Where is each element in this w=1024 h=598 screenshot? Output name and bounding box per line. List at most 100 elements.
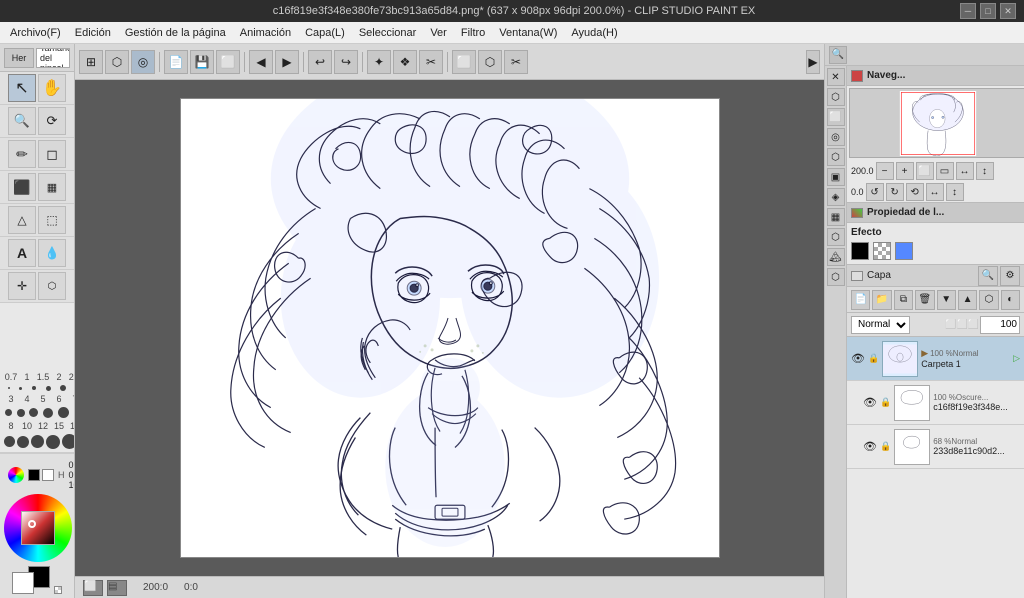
navigator-preview[interactable] bbox=[849, 88, 1024, 158]
tool-fill[interactable]: ⬛ bbox=[8, 173, 36, 201]
maximize-button[interactable]: □ bbox=[980, 3, 996, 19]
strip-icon-6[interactable]: ▣ bbox=[827, 168, 845, 186]
tool-move[interactable]: ✛ bbox=[8, 272, 36, 300]
strip-icon-1[interactable]: ✕ bbox=[827, 68, 845, 86]
strip-icon-10[interactable]: 🏔 bbox=[827, 248, 845, 266]
menu-ventana[interactable]: Ventana(W) bbox=[493, 25, 563, 41]
menu-ayuda[interactable]: Ayuda(H) bbox=[565, 25, 623, 41]
layer-delete-btn[interactable]: 🗑 bbox=[915, 290, 934, 310]
canvas-tool-redo[interactable]: ↪ bbox=[334, 50, 358, 74]
tool-gradient[interactable]: ▦ bbox=[38, 173, 66, 201]
layer-item-layer1[interactable]: 👁 🔒 100 %Os bbox=[847, 381, 1024, 425]
canvas[interactable] bbox=[180, 98, 720, 558]
nav-extra2[interactable]: ↕ bbox=[946, 183, 964, 201]
layer-down-btn[interactable]: ▼ bbox=[937, 290, 956, 310]
layer-copy-btn[interactable]: ⧉ bbox=[894, 290, 913, 310]
strip-icon-4[interactable]: ◎ bbox=[827, 128, 845, 146]
layers-search-btn[interactable]: 🔍 bbox=[978, 266, 998, 286]
strip-icon-8[interactable]: ▦ bbox=[827, 208, 845, 226]
canvas-tool-extra3[interactable]: ✂ bbox=[504, 50, 528, 74]
canvas-tool-extra[interactable]: ⬜ bbox=[452, 50, 476, 74]
blend-mode-select[interactable]: Normal bbox=[851, 316, 910, 334]
menu-seleccionar[interactable]: Seleccionar bbox=[353, 25, 422, 41]
menu-edicion[interactable]: Edición bbox=[69, 25, 117, 41]
close-button[interactable]: ✕ bbox=[1000, 3, 1016, 19]
foreground-color[interactable] bbox=[28, 469, 40, 481]
nav-flip-h[interactable]: ↔ bbox=[956, 162, 974, 180]
canvas-tool-symmetry[interactable]: ❖ bbox=[393, 50, 417, 74]
canvas-tool-snap[interactable]: ✦ bbox=[367, 50, 391, 74]
layer-eye-1[interactable]: 👁 bbox=[851, 352, 865, 365]
layer-mask-btn[interactable]: ◐ bbox=[1001, 290, 1020, 310]
layers-settings-btn[interactable]: ⚙ bbox=[1000, 266, 1020, 286]
canvas-tool-rect[interactable]: ⬜ bbox=[216, 50, 240, 74]
color-wheel-container[interactable] bbox=[4, 494, 72, 562]
canvas-tool-transform[interactable]: ⬡ bbox=[105, 50, 129, 74]
tool-pointer[interactable]: ↖ bbox=[8, 74, 36, 102]
canvas-tool-end[interactable]: ▶ bbox=[806, 50, 820, 74]
background-swatch[interactable] bbox=[12, 572, 34, 594]
nav-zoom-out[interactable]: − bbox=[876, 162, 894, 180]
minimize-button[interactable]: ─ bbox=[960, 3, 976, 19]
layer-item-layer2[interactable]: 👁 🔒 68 %Nor bbox=[847, 425, 1024, 469]
canvas-status-icon1[interactable]: ⬜ bbox=[83, 580, 103, 596]
menu-archivo[interactable]: Archivo(F) bbox=[4, 25, 67, 41]
canvas-tool-new[interactable]: 📄 bbox=[164, 50, 188, 74]
strip-icon-7[interactable]: ◈ bbox=[827, 188, 845, 206]
canvas-tool-ruler[interactable]: ✂ bbox=[419, 50, 443, 74]
menu-animacion[interactable]: Animación bbox=[234, 25, 297, 41]
nav-rot-ccw[interactable]: ↺ bbox=[866, 183, 884, 201]
strip-icon-3[interactable]: ⬜ bbox=[827, 108, 845, 126]
layer-new-btn[interactable]: 📄 bbox=[851, 290, 870, 310]
transparent-swatch[interactable] bbox=[54, 586, 62, 594]
strip-icon-2[interactable]: ⬡ bbox=[827, 88, 845, 106]
strip-icon-5[interactable]: ⬡ bbox=[827, 148, 845, 166]
strip-icon-11[interactable]: ⬡ bbox=[827, 268, 845, 286]
canvas-status-icon2[interactable]: ▤ bbox=[107, 580, 127, 596]
canvas-tool-save[interactable]: 💾 bbox=[190, 50, 214, 74]
menu-capa[interactable]: Capa(L) bbox=[299, 25, 351, 41]
nav-zoom-in[interactable]: + bbox=[896, 162, 914, 180]
effect-swatch-checker[interactable] bbox=[873, 242, 891, 260]
opacity-input[interactable] bbox=[980, 316, 1020, 334]
tool-text[interactable]: A bbox=[8, 239, 36, 267]
nav-fit-h[interactable]: ▭ bbox=[936, 162, 954, 180]
layer-up-btn[interactable]: ▲ bbox=[958, 290, 977, 310]
tool-eyedrop[interactable]: 💧 bbox=[38, 239, 66, 267]
layer-eye-3[interactable]: 👁 bbox=[863, 440, 877, 453]
tool-brush[interactable]: ✏ bbox=[8, 140, 36, 168]
canvas-tool-undo[interactable]: ↩ bbox=[308, 50, 332, 74]
effect-swatch-blue[interactable] bbox=[895, 242, 913, 260]
layer-item-folder1[interactable]: 👁 🔒 bbox=[847, 337, 1024, 381]
canvas-area[interactable] bbox=[75, 80, 824, 576]
canvas-tool-prev[interactable]: ◀ bbox=[249, 50, 273, 74]
layer-extra-btn[interactable]: ⬡ bbox=[979, 290, 998, 310]
layer-eye-2[interactable]: 👁 bbox=[863, 396, 877, 409]
tool-transform[interactable]: ⬡ bbox=[38, 272, 66, 300]
color-wheel-mini[interactable] bbox=[8, 467, 24, 483]
layer-folder-btn[interactable]: 📁 bbox=[872, 290, 891, 310]
tool-rotate[interactable]: ⟳ bbox=[38, 107, 66, 135]
tool-select[interactable]: ⬚ bbox=[38, 206, 66, 234]
canvas-tool-next[interactable]: ▶ bbox=[275, 50, 299, 74]
nav-extra1[interactable]: ↔ bbox=[926, 183, 944, 201]
tool-figure[interactable]: △ bbox=[8, 206, 36, 234]
background-color[interactable] bbox=[42, 469, 54, 481]
canvas-tool-extra2[interactable]: ⬡ bbox=[478, 50, 502, 74]
nav-search-btn[interactable]: 🔍 bbox=[829, 46, 847, 64]
effect-swatch-black[interactable] bbox=[851, 242, 869, 260]
canvas-tool-grid[interactable]: ⊞ bbox=[79, 50, 103, 74]
tool-hand[interactable]: ✋ bbox=[38, 74, 66, 102]
menu-filtro[interactable]: Filtro bbox=[455, 25, 491, 41]
nav-flip-v[interactable]: ↕ bbox=[976, 162, 994, 180]
menu-ver[interactable]: Ver bbox=[424, 25, 453, 41]
nav-fit-w[interactable]: ⬜ bbox=[916, 162, 934, 180]
tool-preset-area[interactable]: Her bbox=[4, 48, 34, 68]
canvas-tool-rotate[interactable]: ◎ bbox=[131, 50, 155, 74]
nav-rot-cw[interactable]: ↻ bbox=[886, 183, 904, 201]
menu-gestion[interactable]: Gestión de la página bbox=[119, 25, 232, 41]
tool-eraser[interactable]: ◻ bbox=[38, 140, 66, 168]
strip-icon-9[interactable]: ⬡ bbox=[827, 228, 845, 246]
tool-zoom[interactable]: 🔍 bbox=[8, 107, 36, 135]
nav-reset-rot[interactable]: ⟲ bbox=[906, 183, 924, 201]
